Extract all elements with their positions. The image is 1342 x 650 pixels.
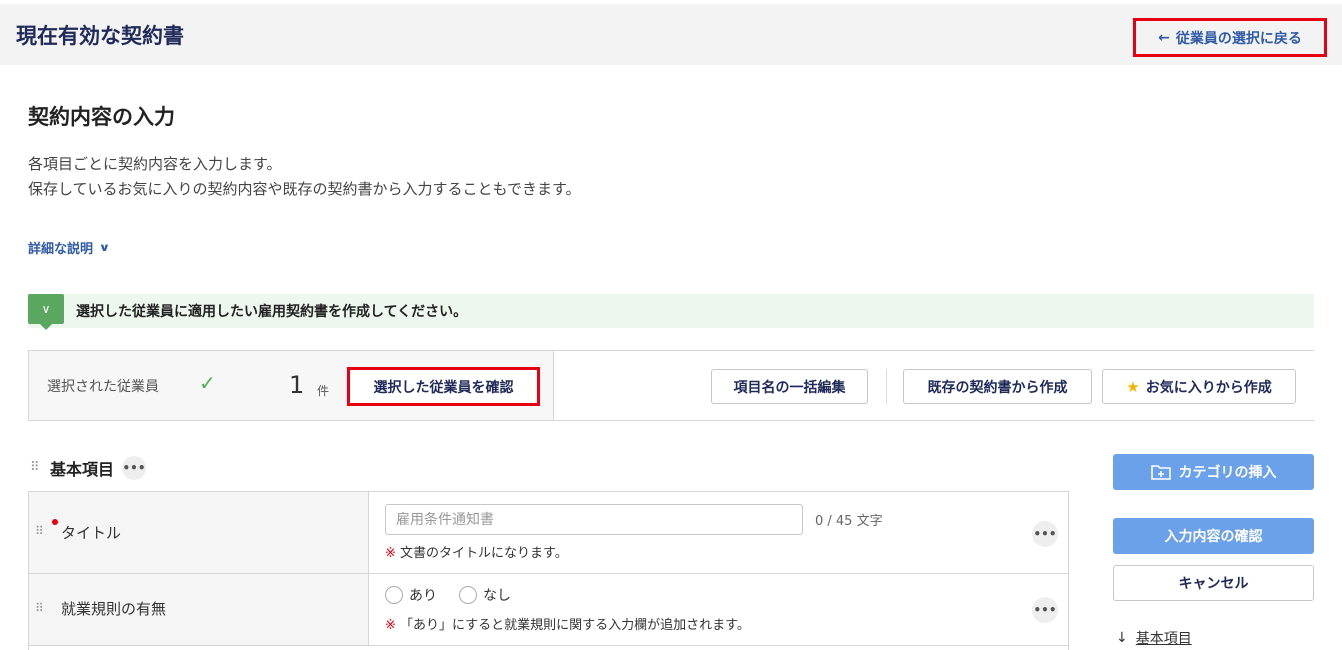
insert-category-label: カテゴリの挿入: [1178, 465, 1277, 481]
arrow-left-icon: ←: [1158, 29, 1170, 46]
instruction-notice: ∨ 選択した従業員に適用したい雇用契約書を作成してください。: [28, 294, 1314, 330]
star-icon: ★: [1126, 377, 1140, 396]
more-options-icon[interactable]: •••: [122, 456, 147, 480]
creation-actions: 項目名の一括編集 既存の契約書から作成 ★ お気に入りから作成: [553, 351, 1314, 420]
basic-items-section-header: ⠿ 基本項目 •••: [30, 456, 147, 480]
divider: [886, 369, 887, 404]
cancel-button[interactable]: キャンセル: [1113, 565, 1314, 601]
bulk-edit-item-names-button[interactable]: 項目名の一括編集: [711, 369, 868, 404]
form-row-work-rules: ⠿ 就業規則の有無 あり なし ※ 「あり」にすると就業規則に関する入力欄が追加…: [29, 574, 1068, 646]
description: 各項目ごとに契約内容を入力します。 保存しているお気に入りの契約内容や既存の契約…: [28, 152, 580, 202]
more-options-icon[interactable]: •••: [1032, 521, 1058, 547]
form-row-title: ⠿ タイトル 0 / 45 文字 ※ 文書のタイトルになります。 •••: [29, 492, 1068, 574]
create-from-existing-button[interactable]: 既存の契約書から作成: [903, 369, 1092, 404]
radio-button[interactable]: [385, 586, 403, 604]
jump-link-label: 基本項目: [1135, 631, 1192, 647]
required-indicator: [52, 519, 58, 525]
folder-plus-icon: [1150, 465, 1171, 480]
arrow-down-icon: ↓: [1116, 630, 1128, 646]
more-options-icon[interactable]: •••: [1032, 597, 1058, 623]
field-hint-text: 「あり」にすると就業規則に関する入力欄が追加されます。: [400, 618, 750, 633]
radio-option-yes[interactable]: あり: [385, 585, 437, 605]
note-mark: ※: [385, 546, 396, 561]
back-link-label: 従業員の選択に戻る: [1175, 30, 1302, 47]
radio-label: あり: [409, 588, 437, 604]
section-heading: 契約内容の入力: [28, 105, 175, 129]
drag-handle-icon[interactable]: ⠿: [35, 601, 44, 615]
field-hint: ※ 文書のタイトルになります。: [385, 542, 568, 561]
basic-items-form: ⠿ タイトル 0 / 45 文字 ※ 文書のタイトルになります。 ••• ⠿ 就…: [28, 491, 1069, 650]
radio-option-no[interactable]: なし: [459, 585, 511, 605]
row-label: タイトル: [61, 524, 122, 542]
jump-to-basic-items-link[interactable]: ↓ 基本項目: [1116, 628, 1192, 648]
work-rules-radio-group: あり なし: [385, 585, 511, 605]
radio-button[interactable]: [459, 586, 477, 604]
char-counter: 0 / 45 文字: [815, 514, 883, 529]
top-bar: 現在有効な契約書 ← 従業員の選択に戻る: [0, 4, 1342, 65]
chevron-down-icon[interactable]: ∨: [28, 294, 64, 330]
selected-count-unit: 件: [317, 384, 330, 398]
selected-employees-panel: 選択された従業員 ✓ 1 件 選択した従業員を確認 項目名の一括編集 既存の契約…: [28, 350, 1314, 421]
title-input[interactable]: [385, 504, 803, 535]
description-line-1: 各項目ごとに契約内容を入力します。: [28, 155, 282, 173]
field-hint-text: 文書のタイトルになります。: [400, 546, 568, 561]
row-label-cell: ⠿ 就業規則の有無: [29, 574, 369, 645]
create-from-favorites-label: お気に入りから作成: [1145, 379, 1272, 396]
notice-text: 選択した従業員に適用したい雇用契約書を作成してください。: [76, 304, 468, 320]
page-title: 現在有効な契約書: [16, 24, 184, 48]
selected-count: 1: [289, 371, 305, 399]
confirm-input-button[interactable]: 入力内容の確認: [1113, 518, 1314, 554]
create-from-favorites-button[interactable]: ★ お気に入りから作成: [1102, 369, 1296, 404]
description-line-2: 保存しているお気に入りの契約内容や既存の契約書から入力することもできます。: [28, 180, 581, 198]
section-title: 基本項目: [50, 460, 115, 479]
drag-handle-icon[interactable]: ⠿: [35, 524, 44, 538]
details-toggle[interactable]: 詳細な説明 ∨: [28, 238, 111, 257]
field-hint: ※ 「あり」にすると就業規則に関する入力欄が追加されます。: [385, 614, 750, 633]
check-icon: ✓: [199, 371, 216, 395]
selected-employees-label: 選択された従業員: [47, 379, 159, 395]
details-toggle-label: 詳細な説明: [28, 242, 94, 257]
row-label: 就業規則の有無: [61, 600, 167, 618]
drag-handle-icon[interactable]: ⠿: [30, 461, 42, 474]
insert-category-button[interactable]: カテゴリの挿入: [1113, 454, 1314, 490]
row-label-cell: ⠿ タイトル: [29, 492, 369, 573]
note-mark: ※: [385, 618, 396, 633]
chevron-down-icon: ∨: [98, 241, 111, 254]
radio-label: なし: [483, 588, 511, 604]
back-to-employee-selection-link[interactable]: ← 従業員の選択に戻る: [1133, 18, 1327, 57]
confirm-selected-employees-button[interactable]: 選択した従業員を確認: [347, 367, 540, 406]
